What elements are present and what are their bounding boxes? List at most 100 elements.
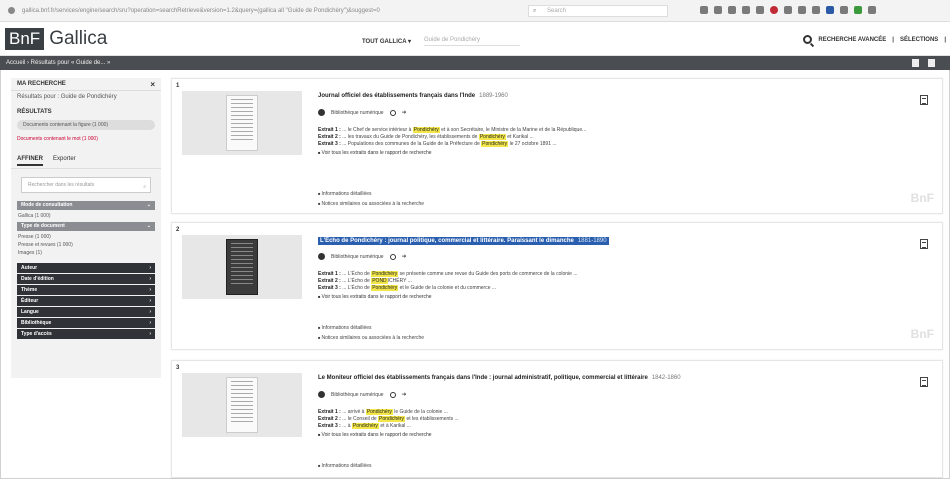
chevron-down-icon: ⌄: [146, 202, 151, 208]
facet-consultation-item[interactable]: Gallica (1 000): [11, 212, 161, 220]
refine-search-input[interactable]: Rechercher dans les résultats ⌕: [21, 177, 151, 193]
facet-language[interactable]: Langue ›: [17, 307, 155, 317]
extract-label: Extrait 3 :: [318, 141, 341, 147]
detailed-info-link[interactable]: Informations détaillées: [318, 461, 618, 471]
tab-export[interactable]: Exporter: [53, 156, 76, 166]
tab-refine[interactable]: AFFINER: [17, 156, 43, 166]
browser-search-input[interactable]: ⌕ Search: [528, 5, 668, 17]
see-all-extracts-link[interactable]: Voir tous les extraits dans le rapport d…: [318, 149, 918, 157]
header-actions: RECHERCHE AVANCÉE | SÉLECTIONS |: [803, 35, 946, 44]
listen-icon[interactable]: [389, 391, 396, 398]
address-bar[interactable]: gallica.bnf.fr/services/engine/search/sr…: [22, 5, 522, 17]
document-icon[interactable]: [920, 377, 928, 387]
facet-library[interactable]: Bibliothèque ›: [17, 318, 155, 328]
chevron-right-icon: ›: [149, 276, 151, 282]
share-icon[interactable]: ➜: [402, 109, 407, 116]
result-thumbnail[interactable]: [182, 373, 302, 437]
advanced-search-link[interactable]: RECHERCHE AVANCÉE: [818, 37, 886, 43]
selections-link[interactable]: SÉLECTIONS: [900, 37, 938, 43]
result-title-text: Le Moniteur officiel des établissements …: [318, 375, 648, 381]
document-icon[interactable]: [920, 239, 928, 249]
listen-icon[interactable]: [389, 109, 396, 116]
shield-icon[interactable]: [728, 6, 736, 14]
lock-icon[interactable]: [912, 59, 919, 67]
extract-label: Extrait 3 :: [318, 285, 341, 291]
facet-theme[interactable]: Thème ›: [17, 285, 155, 295]
extract-line: Extrait 3 : ... L'Écho de Pondichéry et …: [318, 285, 918, 292]
extract-line: Extrait 3 : ... Populations des communes…: [318, 141, 918, 148]
close-icon[interactable]: ×: [150, 80, 155, 89]
facet-doctype-item[interactable]: Images (1): [11, 249, 161, 257]
result-title[interactable]: L'Écho de Pondichéry : journal politique…: [318, 237, 609, 245]
download-icon[interactable]: [928, 59, 935, 67]
search-icon[interactable]: [803, 35, 813, 44]
see-all-extracts-link[interactable]: Voir tous les extraits dans le rapport d…: [318, 431, 918, 439]
chevron-right-icon: ›: [149, 287, 151, 293]
sidebar-tabs: AFFINER Exporter: [11, 150, 161, 169]
result-thumbnail[interactable]: [182, 235, 302, 299]
result-card: 3 Le Moniteur officiel des établissement…: [171, 360, 943, 478]
facet-label: Date d'édition: [21, 276, 54, 282]
similar-notices-link[interactable]: Notices similaires ou associées à la rec…: [318, 333, 618, 343]
result-extracts: Extrait 1 : ... L'Écho de Pondichéry se …: [318, 271, 918, 301]
result-date: 1889-1960: [479, 93, 508, 99]
share-icon[interactable]: ➜: [402, 391, 407, 398]
screenshot-icon[interactable]: [812, 6, 820, 14]
detailed-info-link[interactable]: Informations détaillées: [318, 189, 618, 199]
facet-label: Thème: [21, 287, 38, 293]
extension-green-icon[interactable]: [854, 6, 862, 14]
result-extracts: Extrait 1 : ... le Chef de service intér…: [318, 127, 918, 157]
search-icon[interactable]: ⌕: [143, 180, 146, 194]
detailed-info-link[interactable]: Informations détaillées: [318, 323, 618, 333]
facet-author[interactable]: Auteur ›: [17, 263, 155, 273]
result-title[interactable]: Journal officiel des établissements fran…: [318, 93, 508, 99]
results-filter-pill[interactable]: Documents contenant la figure (1 000): [17, 120, 155, 130]
facet-consultation-label: Mode de consultation: [21, 202, 73, 208]
results-filter-link[interactable]: Documents contenant le mot (1 000): [11, 132, 161, 146]
browser-search-placeholder: Search: [547, 8, 567, 14]
star-icon[interactable]: [700, 6, 708, 14]
overflow-icon[interactable]: [868, 6, 876, 14]
result-source: Bibliothèque numérique: [331, 391, 384, 398]
share-icon[interactable]: ➜: [402, 253, 407, 260]
extension-blue-icon[interactable]: [826, 6, 834, 14]
collection-dropdown[interactable]: TOUT GALLICA ▾: [362, 38, 411, 45]
extract-highlight: Pondichéry: [351, 423, 379, 429]
see-all-extracts-link[interactable]: Voir tous les extraits dans le rapport d…: [318, 293, 918, 301]
extract-text: ... L'Écho de: [342, 285, 372, 291]
download-icon[interactable]: [742, 6, 750, 14]
extract-text: et à Karikal ...: [378, 423, 411, 429]
breadcrumb-text[interactable]: Accueil › Résultats pour « Guide de... »: [6, 60, 110, 66]
gallica-logo[interactable]: BnF Gallica: [5, 28, 107, 50]
listen-icon[interactable]: [389, 253, 396, 260]
chevron-right-icon: ›: [149, 298, 151, 304]
reader-icon[interactable]: [714, 6, 722, 14]
header-search-input[interactable]: Guide de Pondichéry: [424, 35, 520, 46]
facet-consultation[interactable]: Mode de consultation ⌄: [17, 201, 155, 210]
extract-label: Extrait 2 :: [318, 416, 341, 422]
extract-text: et à son Secrétaire, le Ministre de la M…: [439, 127, 587, 133]
extract-line: Extrait 1 : ... le Chef de service intér…: [318, 127, 918, 134]
facet-access[interactable]: Type d'accès ›: [17, 329, 155, 339]
extract-text: ... à: [342, 423, 352, 429]
facet-publisher[interactable]: Éditeur ›: [17, 296, 155, 306]
extract-text: se présente comme une revue du Guide des…: [398, 271, 578, 277]
site-info-icon[interactable]: [8, 7, 15, 14]
zotero-icon[interactable]: [798, 6, 806, 14]
similar-notices-link[interactable]: Notices similaires ou associées à la rec…: [318, 199, 618, 209]
facet-label: Langue: [21, 309, 39, 315]
result-links: Informations détaillées Notices similair…: [318, 189, 618, 209]
facet-doctype-item[interactable]: Presse et revues (1 000): [11, 241, 161, 249]
adblock-icon[interactable]: [770, 6, 778, 14]
result-links: Informations détaillées: [318, 461, 618, 471]
extract-line: Extrait 2 : ... L'Écho de PONDICHÉRY ...: [318, 278, 918, 285]
result-thumbnail[interactable]: [182, 91, 302, 155]
facet-doctype-item[interactable]: Presse (1 000): [11, 233, 161, 241]
menu-icon[interactable]: [840, 6, 848, 14]
home-icon[interactable]: [756, 6, 764, 14]
facet-date[interactable]: Date d'édition ›: [17, 274, 155, 284]
pocket-icon[interactable]: [784, 6, 792, 14]
result-title[interactable]: Le Moniteur officiel des établissements …: [318, 375, 681, 381]
facet-doctype[interactable]: Type de document ⌄: [17, 222, 155, 231]
document-icon[interactable]: [920, 95, 928, 105]
